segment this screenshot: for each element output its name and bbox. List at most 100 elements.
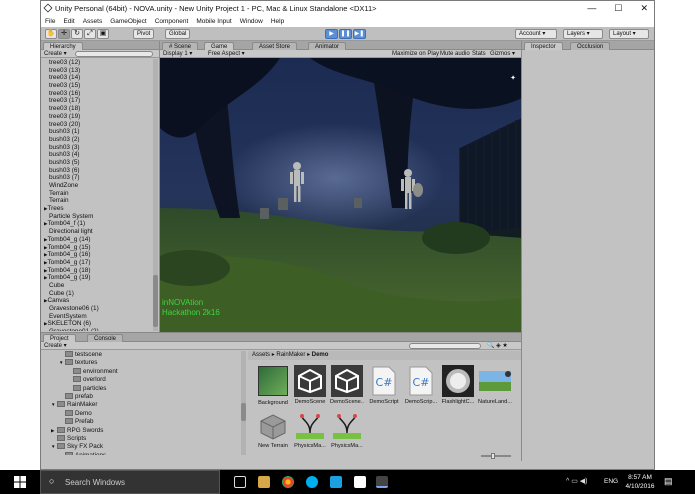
maximize-on-play-toggle[interactable]: Maximize on Play xyxy=(392,50,439,58)
task-view-icon[interactable] xyxy=(234,476,246,488)
project-tree-scrollbar[interactable] xyxy=(241,351,246,455)
project-folder-item[interactable]: Animations xyxy=(45,451,241,455)
project-folder-item[interactable]: ▶ RPG Swords xyxy=(45,426,241,435)
project-folder-item[interactable]: environment xyxy=(45,367,241,376)
language-indicator[interactable]: ENG xyxy=(604,478,618,485)
project-folder-item[interactable]: Scripts xyxy=(45,434,241,443)
asset-item[interactable]: FlashlightC... xyxy=(441,365,475,405)
file-explorer-icon[interactable] xyxy=(258,476,270,488)
game-viewport[interactable]: ✦ inNOVAtion Hackathon 2k16 xyxy=(160,58,521,332)
hierarchy-item[interactable]: Cube (1) xyxy=(43,290,151,298)
hierarchy-item[interactable]: Terrain xyxy=(43,197,151,205)
zoom-slider-handle[interactable] xyxy=(491,453,495,459)
hand-tool-icon[interactable]: ✋ xyxy=(45,29,57,39)
hierarchy-item[interactable]: Terrain xyxy=(43,190,151,198)
gizmos-dropdown[interactable]: Gizmos xyxy=(490,50,515,58)
asset-item[interactable]: Background xyxy=(256,365,290,406)
mute-audio-toggle[interactable]: Mute audio xyxy=(440,50,470,58)
account-dropdown[interactable]: Account xyxy=(515,29,557,39)
tab-game[interactable]: Game xyxy=(204,42,235,50)
scale-tool-icon[interactable]: ⤢ xyxy=(84,29,96,39)
asset-item[interactable]: DemoScene xyxy=(293,365,327,405)
hierarchy-search-input[interactable] xyxy=(75,51,153,57)
hierarchy-item[interactable]: tree03 (19) xyxy=(43,113,151,121)
tab-project[interactable]: Project xyxy=(43,334,76,342)
asset-item[interactable]: C# DemoScript xyxy=(367,365,401,405)
hierarchy-item[interactable]: Tomb04_f (1) xyxy=(43,220,151,228)
menu-component[interactable]: Component xyxy=(155,16,189,27)
close-button[interactable]: ✕ xyxy=(640,1,648,16)
breadcrumb-assets[interactable]: Assets xyxy=(252,352,270,358)
move-tool-icon[interactable]: ✛ xyxy=(58,29,70,39)
hierarchy-item[interactable]: tree03 (18) xyxy=(43,105,151,113)
hierarchy-scrollbar-thumb[interactable] xyxy=(153,275,158,327)
hierarchy-item[interactable]: Directional light xyxy=(43,228,151,236)
asset-item[interactable]: New Terrain xyxy=(256,409,290,449)
menu-assets[interactable]: Assets xyxy=(83,16,103,27)
hierarchy-item[interactable]: tree03 (15) xyxy=(43,82,151,90)
filter-icons[interactable]: 🔍 ◈ ★ xyxy=(487,342,508,350)
clock[interactable]: 8:57 AM 4/10/2016 xyxy=(624,473,656,491)
hierarchy-item[interactable]: tree03 (12) xyxy=(43,59,151,67)
menu-file[interactable]: File xyxy=(45,16,55,27)
stats-toggle[interactable]: Stats xyxy=(472,50,486,58)
display-dropdown[interactable]: Display 1 xyxy=(163,50,192,58)
pause-button[interactable]: ❚❚ xyxy=(339,29,352,39)
rotate-tool-icon[interactable]: ↻ xyxy=(71,29,83,39)
project-folder-item[interactable]: prefab xyxy=(45,392,241,401)
asset-item[interactable]: DemoScene... xyxy=(330,365,364,405)
hierarchy-item[interactable]: Gravestone01 (2) xyxy=(43,328,151,331)
tab-hierarchy[interactable]: Hierarchy xyxy=(43,42,83,50)
hierarchy-item[interactable]: EventSystem xyxy=(43,313,151,321)
project-folder-item[interactable]: overlord xyxy=(45,376,241,384)
hierarchy-item[interactable]: tree03 (20) xyxy=(43,121,151,129)
hierarchy-item[interactable]: Tomb04_g (15) xyxy=(43,244,151,252)
tab-asset-store[interactable]: Asset Store xyxy=(252,42,298,50)
tab-inspector[interactable]: Inspector xyxy=(524,42,563,50)
asset-item[interactable]: PhysicsMa... xyxy=(330,409,364,449)
pivot-toggle[interactable]: Pivot xyxy=(133,29,155,39)
hierarchy-item[interactable]: Gravestone06 (1) xyxy=(43,305,151,313)
project-folder-item[interactable]: ▼ textures xyxy=(45,359,241,367)
outlook-icon[interactable] xyxy=(330,476,342,488)
breadcrumb-rainmaker[interactable]: RainMaker xyxy=(276,352,305,358)
project-folder-item[interactable]: Prefab xyxy=(45,418,241,426)
chrome-icon[interactable] xyxy=(282,476,294,488)
hierarchy-item[interactable]: bush03 (6) xyxy=(43,167,151,175)
hierarchy-item[interactable]: bush03 (3) xyxy=(43,144,151,152)
hierarchy-scrollbar[interactable] xyxy=(153,59,158,331)
hierarchy-item[interactable]: tree03 (16) xyxy=(43,90,151,98)
unity-taskbar-icon[interactable] xyxy=(376,476,388,488)
tab-animator[interactable]: Animator xyxy=(308,42,347,50)
hierarchy-item[interactable]: bush03 (7) xyxy=(43,174,151,182)
rect-tool-icon[interactable]: ▣ xyxy=(97,29,109,39)
hierarchy-item[interactable]: bush03 (4) xyxy=(43,151,151,159)
project-folder-item[interactable]: ▼ RainMaker xyxy=(45,401,241,409)
tab-console[interactable]: Console xyxy=(87,334,124,342)
project-tree-scrollbar-thumb[interactable] xyxy=(241,403,246,421)
app-icon[interactable] xyxy=(354,476,366,488)
aspect-dropdown[interactable]: Free Aspect xyxy=(208,50,245,58)
taskbar-search-box[interactable]: ○ Search Windows xyxy=(40,470,220,494)
hierarchy-item[interactable]: SKELETON (6) xyxy=(43,320,151,328)
zoom-slider[interactable] xyxy=(481,453,511,459)
asset-item[interactable]: PhysicsMa... xyxy=(293,409,327,449)
layers-dropdown[interactable]: Layers xyxy=(563,29,603,39)
hierarchy-item[interactable]: tree03 (14) xyxy=(43,74,151,82)
menu-edit[interactable]: Edit xyxy=(63,16,74,27)
hierarchy-item[interactable]: Tomb04_g (18) xyxy=(43,267,151,275)
hierarchy-item[interactable]: Tomb04_g (16) xyxy=(43,251,151,259)
hierarchy-create-button[interactable]: Create xyxy=(44,51,67,57)
asset-item[interactable]: C# DemoScrip... xyxy=(404,365,438,405)
global-toggle[interactable]: Global xyxy=(165,29,191,39)
hierarchy-item[interactable]: Canvas xyxy=(43,297,151,305)
project-folder-item[interactable]: particles xyxy=(45,384,241,393)
breadcrumb-demo[interactable]: Demo xyxy=(312,352,329,358)
hierarchy-item[interactable]: bush03 (1) xyxy=(43,128,151,136)
menu-gameobject[interactable]: GameObject xyxy=(110,16,147,27)
skype-icon[interactable] xyxy=(306,476,318,488)
play-button[interactable]: ▶ xyxy=(325,29,338,39)
hierarchy-item[interactable]: Particle System xyxy=(43,213,151,221)
project-create-button[interactable]: Create xyxy=(44,342,67,350)
tab-occlusion[interactable]: Occlusion xyxy=(570,42,611,50)
